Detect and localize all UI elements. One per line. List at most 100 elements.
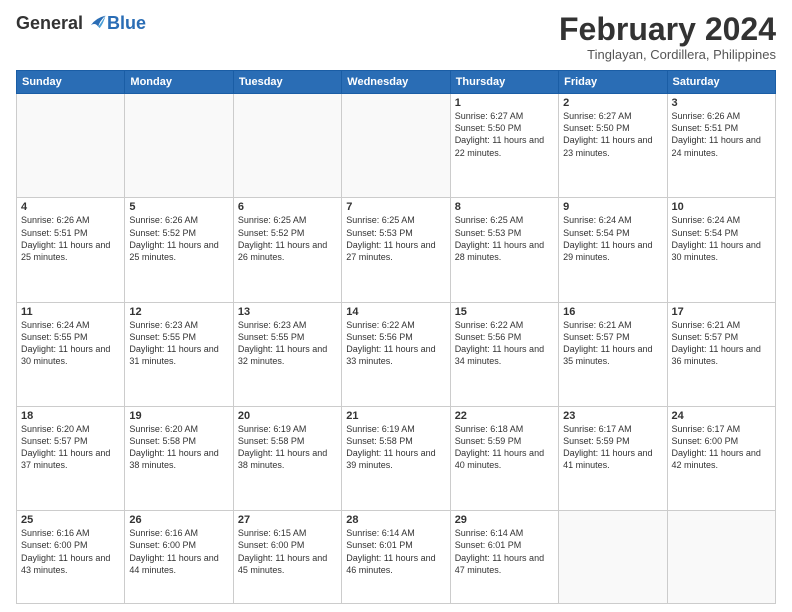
calendar-cell: 14Sunrise: 6:22 AM Sunset: 5:56 PM Dayli… [342,302,450,406]
calendar-cell [233,94,341,198]
day-info: Sunrise: 6:24 AM Sunset: 5:54 PM Dayligh… [563,214,662,263]
calendar-cell: 27Sunrise: 6:15 AM Sunset: 6:00 PM Dayli… [233,511,341,604]
day-info: Sunrise: 6:26 AM Sunset: 5:52 PM Dayligh… [129,214,228,263]
calendar-cell: 5Sunrise: 6:26 AM Sunset: 5:52 PM Daylig… [125,198,233,302]
calendar-cell: 3Sunrise: 6:26 AM Sunset: 5:51 PM Daylig… [667,94,775,198]
day-number: 18 [21,410,120,422]
logo: General Blue [16,12,146,34]
day-number: 8 [455,201,554,213]
calendar-cell [17,94,125,198]
week-row-4: 18Sunrise: 6:20 AM Sunset: 5:57 PM Dayli… [17,406,776,510]
day-number: 26 [129,514,228,526]
day-info: Sunrise: 6:18 AM Sunset: 5:59 PM Dayligh… [455,423,554,472]
day-number: 1 [455,97,554,109]
header-thursday: Thursday [450,71,558,94]
calendar-cell: 8Sunrise: 6:25 AM Sunset: 5:53 PM Daylig… [450,198,558,302]
calendar-table: Sunday Monday Tuesday Wednesday Thursday… [16,70,776,604]
header-saturday: Saturday [667,71,775,94]
calendar-cell: 26Sunrise: 6:16 AM Sunset: 6:00 PM Dayli… [125,511,233,604]
day-info: Sunrise: 6:24 AM Sunset: 5:54 PM Dayligh… [672,214,771,263]
day-info: Sunrise: 6:24 AM Sunset: 5:55 PM Dayligh… [21,319,120,368]
day-number: 22 [455,410,554,422]
calendar-cell: 21Sunrise: 6:19 AM Sunset: 5:58 PM Dayli… [342,406,450,510]
calendar-cell: 7Sunrise: 6:25 AM Sunset: 5:53 PM Daylig… [342,198,450,302]
calendar-cell: 9Sunrise: 6:24 AM Sunset: 5:54 PM Daylig… [559,198,667,302]
day-info: Sunrise: 6:20 AM Sunset: 5:58 PM Dayligh… [129,423,228,472]
week-row-2: 4Sunrise: 6:26 AM Sunset: 5:51 PM Daylig… [17,198,776,302]
day-number: 3 [672,97,771,109]
day-number: 12 [129,306,228,318]
calendar-cell: 19Sunrise: 6:20 AM Sunset: 5:58 PM Dayli… [125,406,233,510]
day-number: 5 [129,201,228,213]
day-number: 27 [238,514,337,526]
day-number: 2 [563,97,662,109]
header-tuesday: Tuesday [233,71,341,94]
calendar-cell: 18Sunrise: 6:20 AM Sunset: 5:57 PM Dayli… [17,406,125,510]
calendar-cell: 13Sunrise: 6:23 AM Sunset: 5:55 PM Dayli… [233,302,341,406]
header: General Blue February 2024 Tinglayan, Co… [16,12,776,62]
calendar-cell [667,511,775,604]
day-info: Sunrise: 6:17 AM Sunset: 5:59 PM Dayligh… [563,423,662,472]
day-info: Sunrise: 6:26 AM Sunset: 5:51 PM Dayligh… [21,214,120,263]
day-info: Sunrise: 6:21 AM Sunset: 5:57 PM Dayligh… [563,319,662,368]
day-info: Sunrise: 6:25 AM Sunset: 5:53 PM Dayligh… [455,214,554,263]
day-number: 6 [238,201,337,213]
day-info: Sunrise: 6:22 AM Sunset: 5:56 PM Dayligh… [455,319,554,368]
calendar-cell: 10Sunrise: 6:24 AM Sunset: 5:54 PM Dayli… [667,198,775,302]
day-info: Sunrise: 6:25 AM Sunset: 5:53 PM Dayligh… [346,214,445,263]
day-info: Sunrise: 6:22 AM Sunset: 5:56 PM Dayligh… [346,319,445,368]
day-info: Sunrise: 6:20 AM Sunset: 5:57 PM Dayligh… [21,423,120,472]
header-sunday: Sunday [17,71,125,94]
calendar-cell: 2Sunrise: 6:27 AM Sunset: 5:50 PM Daylig… [559,94,667,198]
day-info: Sunrise: 6:14 AM Sunset: 6:01 PM Dayligh… [346,527,445,576]
logo-blue-text: Blue [107,13,146,34]
day-info: Sunrise: 6:17 AM Sunset: 6:00 PM Dayligh… [672,423,771,472]
day-info: Sunrise: 6:27 AM Sunset: 5:50 PM Dayligh… [455,110,554,159]
calendar-cell: 28Sunrise: 6:14 AM Sunset: 6:01 PM Dayli… [342,511,450,604]
day-number: 7 [346,201,445,213]
calendar-header-row: Sunday Monday Tuesday Wednesday Thursday… [17,71,776,94]
day-info: Sunrise: 6:16 AM Sunset: 6:00 PM Dayligh… [21,527,120,576]
day-info: Sunrise: 6:26 AM Sunset: 5:51 PM Dayligh… [672,110,771,159]
page: General Blue February 2024 Tinglayan, Co… [0,0,792,612]
day-number: 13 [238,306,337,318]
header-right: February 2024 Tinglayan, Cordillera, Phi… [559,12,776,62]
week-row-3: 11Sunrise: 6:24 AM Sunset: 5:55 PM Dayli… [17,302,776,406]
day-info: Sunrise: 6:23 AM Sunset: 5:55 PM Dayligh… [238,319,337,368]
day-number: 17 [672,306,771,318]
day-number: 10 [672,201,771,213]
logo-general-text: General [16,13,83,34]
calendar-cell: 4Sunrise: 6:26 AM Sunset: 5:51 PM Daylig… [17,198,125,302]
day-number: 19 [129,410,228,422]
calendar-cell [342,94,450,198]
day-number: 4 [21,201,120,213]
header-monday: Monday [125,71,233,94]
calendar-cell: 25Sunrise: 6:16 AM Sunset: 6:00 PM Dayli… [17,511,125,604]
day-info: Sunrise: 6:16 AM Sunset: 6:00 PM Dayligh… [129,527,228,576]
calendar-cell: 15Sunrise: 6:22 AM Sunset: 5:56 PM Dayli… [450,302,558,406]
day-number: 14 [346,306,445,318]
week-row-1: 1Sunrise: 6:27 AM Sunset: 5:50 PM Daylig… [17,94,776,198]
calendar-cell: 22Sunrise: 6:18 AM Sunset: 5:59 PM Dayli… [450,406,558,510]
day-info: Sunrise: 6:19 AM Sunset: 5:58 PM Dayligh… [346,423,445,472]
calendar-cell: 24Sunrise: 6:17 AM Sunset: 6:00 PM Dayli… [667,406,775,510]
day-number: 9 [563,201,662,213]
logo-bird-icon [85,12,107,34]
calendar-cell: 23Sunrise: 6:17 AM Sunset: 5:59 PM Dayli… [559,406,667,510]
calendar-cell: 6Sunrise: 6:25 AM Sunset: 5:52 PM Daylig… [233,198,341,302]
day-info: Sunrise: 6:19 AM Sunset: 5:58 PM Dayligh… [238,423,337,472]
day-info: Sunrise: 6:14 AM Sunset: 6:01 PM Dayligh… [455,527,554,576]
day-number: 16 [563,306,662,318]
day-number: 11 [21,306,120,318]
calendar-cell [559,511,667,604]
day-info: Sunrise: 6:27 AM Sunset: 5:50 PM Dayligh… [563,110,662,159]
day-number: 21 [346,410,445,422]
calendar-cell [125,94,233,198]
calendar-cell: 1Sunrise: 6:27 AM Sunset: 5:50 PM Daylig… [450,94,558,198]
location: Tinglayan, Cordillera, Philippines [559,47,776,62]
day-number: 29 [455,514,554,526]
header-wednesday: Wednesday [342,71,450,94]
calendar-cell: 20Sunrise: 6:19 AM Sunset: 5:58 PM Dayli… [233,406,341,510]
day-number: 28 [346,514,445,526]
calendar-cell: 29Sunrise: 6:14 AM Sunset: 6:01 PM Dayli… [450,511,558,604]
